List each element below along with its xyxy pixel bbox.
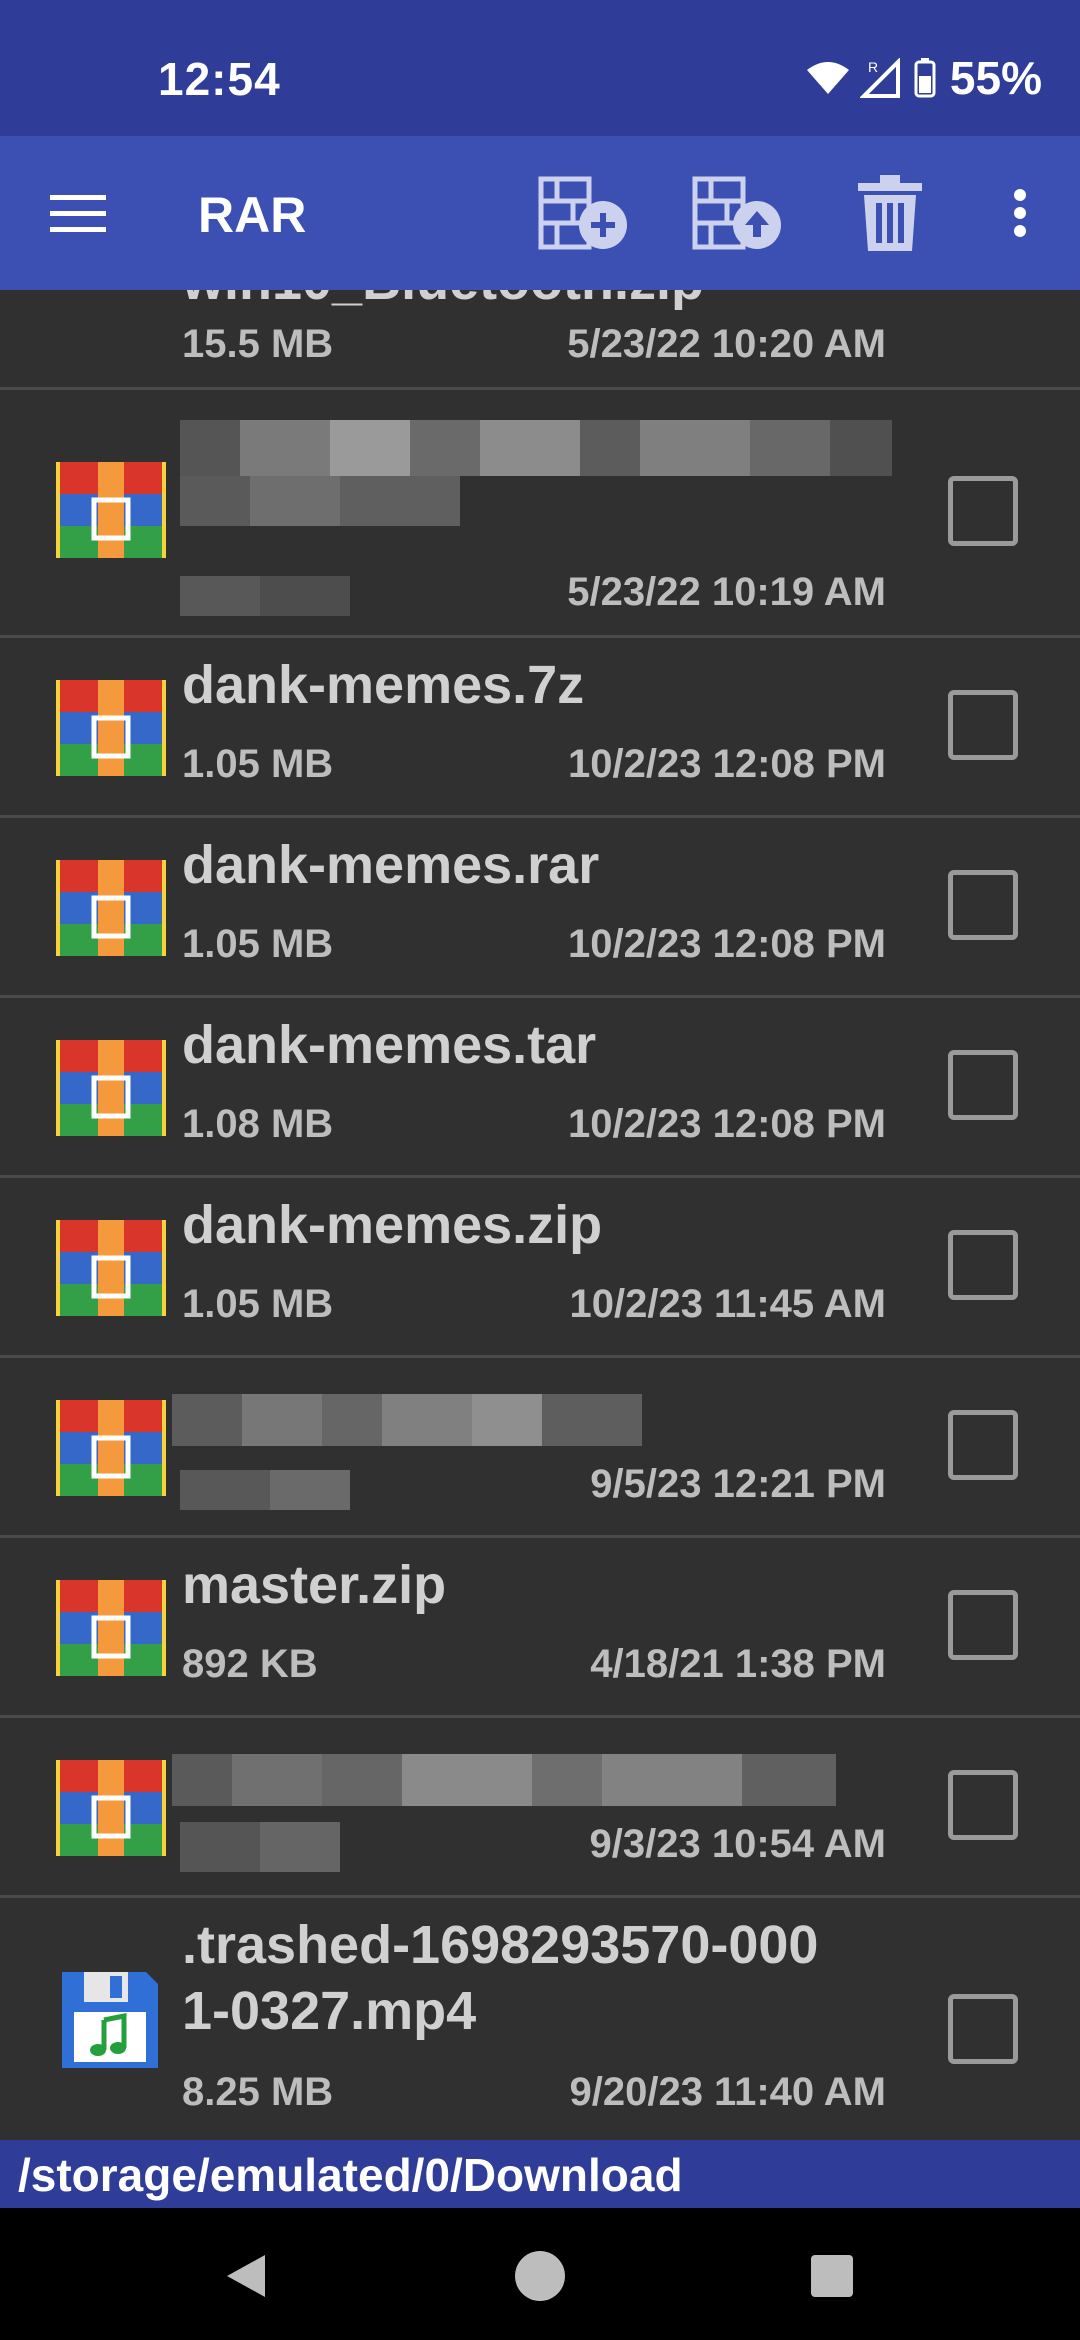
select-checkbox[interactable] xyxy=(948,1994,1018,2064)
file-name: dank-memes.tar xyxy=(182,1015,597,1075)
back-icon[interactable] xyxy=(206,2236,286,2316)
file-list[interactable]: win10_Bluetooth.zip 15.5 MB 5/23/22 10:2… xyxy=(0,290,1080,2140)
file-name: win10_Bluetooth.zip xyxy=(182,290,704,314)
archive-icon xyxy=(56,1580,166,1676)
more-options-icon[interactable] xyxy=(990,136,1050,290)
archive-icon xyxy=(56,1220,166,1316)
cell-signal-icon: R xyxy=(859,58,900,98)
archive-icon xyxy=(56,680,166,776)
battery-icon xyxy=(914,58,936,98)
list-item[interactable]: dank-memes.7z 1.05 MB 10/2/23 12:08 PM xyxy=(0,638,1080,818)
list-item[interactable]: 5/23/22 10:19 AM xyxy=(0,390,1080,638)
list-item[interactable]: dank-memes.rar 1.05 MB 10/2/23 12:08 PM xyxy=(0,818,1080,998)
battery-percent: 55% xyxy=(949,52,1042,104)
file-size: 8.25 MB xyxy=(182,2070,334,2114)
select-checkbox[interactable] xyxy=(948,1770,1018,1840)
file-name: dank-memes.zip xyxy=(182,1195,603,1255)
svg-text:R: R xyxy=(868,59,878,75)
redacted-file-name xyxy=(172,1754,836,1806)
file-size: 1.08 MB xyxy=(182,1102,334,1146)
status-time: 12:54 xyxy=(158,53,281,105)
select-checkbox[interactable] xyxy=(948,1230,1018,1300)
audio-file-icon xyxy=(62,1972,158,2068)
redacted-file-size xyxy=(180,576,350,616)
add-to-archive-icon[interactable] xyxy=(530,136,640,290)
app-toolbar: RAR xyxy=(0,136,1080,290)
select-checkbox[interactable] xyxy=(948,690,1018,760)
list-item[interactable]: .trashed-1698293570-000 1-0327.mp4 8.25 … xyxy=(0,1898,1080,2140)
current-path: /storage/emulated/0/Download xyxy=(18,2149,683,2201)
file-name-line1: .trashed-1698293570-000 xyxy=(182,1915,819,1975)
file-name-line2: 1-0327.mp4 xyxy=(182,1981,477,2041)
archive-icon xyxy=(56,1040,166,1136)
file-size: 1.05 MB xyxy=(182,742,334,786)
archive-icon xyxy=(56,860,166,956)
system-nav-bar xyxy=(0,2208,1080,2340)
file-date: 9/5/23 12:21 PM xyxy=(590,1462,886,1506)
archive-icon xyxy=(56,1760,166,1856)
file-size: 1.05 MB xyxy=(182,922,334,966)
list-item[interactable]: win10_Bluetooth.zip 15.5 MB 5/23/22 10:2… xyxy=(0,290,1080,390)
select-checkbox[interactable] xyxy=(948,1050,1018,1120)
list-item[interactable]: 9/5/23 12:21 PM xyxy=(0,1358,1080,1538)
redacted-file-size xyxy=(180,1822,340,1872)
extract-icon[interactable] xyxy=(684,136,794,290)
file-date: 9/3/23 10:54 AM xyxy=(589,1822,886,1866)
redacted-file-name xyxy=(180,476,460,526)
select-checkbox[interactable] xyxy=(948,1410,1018,1480)
file-name: dank-memes.7z xyxy=(182,655,585,715)
redacted-file-name xyxy=(180,420,892,476)
file-date: 5/23/22 10:20 AM xyxy=(567,322,886,366)
wifi-icon xyxy=(806,62,849,94)
redacted-file-name xyxy=(172,1394,642,1446)
list-item[interactable]: dank-memes.zip 1.05 MB 10/2/23 11:45 AM xyxy=(0,1178,1080,1358)
file-date: 10/2/23 12:08 PM xyxy=(568,1102,886,1146)
file-date: 10/2/23 11:45 AM xyxy=(569,1282,886,1326)
file-size: 892 KB xyxy=(182,1642,318,1686)
file-size: 15.5 MB xyxy=(182,322,334,366)
status-bar: 12:54 R 55% xyxy=(0,0,1080,136)
home-icon[interactable] xyxy=(500,2236,580,2316)
select-checkbox[interactable] xyxy=(948,476,1018,546)
app-title: RAR xyxy=(198,187,307,243)
recents-icon[interactable] xyxy=(792,2236,872,2316)
file-date: 9/20/23 11:40 AM xyxy=(569,2070,886,2114)
select-checkbox[interactable] xyxy=(948,870,1018,940)
redacted-file-size xyxy=(180,1470,350,1510)
delete-icon[interactable] xyxy=(840,136,940,290)
file-size: 1.05 MB xyxy=(182,1282,334,1326)
current-path-bar: /storage/emulated/0/Download xyxy=(0,2140,1080,2208)
status-icons: R 55% xyxy=(806,50,1042,106)
archive-icon xyxy=(56,1400,166,1496)
file-name: master.zip xyxy=(182,1555,447,1615)
list-item[interactable]: 9/3/23 10:54 AM xyxy=(0,1718,1080,1898)
select-checkbox[interactable] xyxy=(948,1590,1018,1660)
menu-icon[interactable] xyxy=(30,136,126,290)
list-item[interactable]: master.zip 892 KB 4/18/21 1:38 PM xyxy=(0,1538,1080,1718)
file-date: 4/18/21 1:38 PM xyxy=(590,1642,886,1686)
file-date: 10/2/23 12:08 PM xyxy=(568,922,886,966)
archive-icon xyxy=(56,462,166,558)
file-date: 5/23/22 10:19 AM xyxy=(567,570,886,614)
list-item[interactable]: dank-memes.tar 1.08 MB 10/2/23 12:08 PM xyxy=(0,998,1080,1178)
file-date: 10/2/23 12:08 PM xyxy=(568,742,886,786)
file-name: dank-memes.rar xyxy=(182,835,600,895)
